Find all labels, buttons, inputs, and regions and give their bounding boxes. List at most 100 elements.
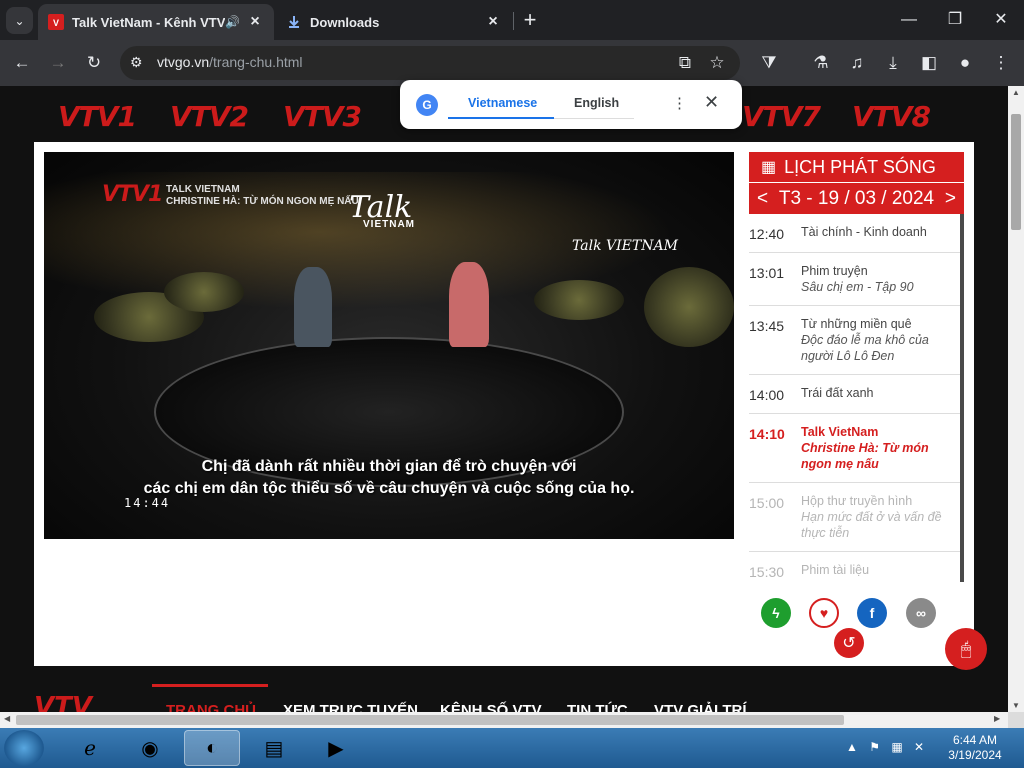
vtv-logo[interactable]: VTV <box>34 692 92 712</box>
schedule-date-bar: < T3 - 19 / 03 / 2024 > <box>749 182 964 214</box>
flag-icon[interactable]: ⚑ <box>869 740 880 754</box>
tab-separator <box>513 12 514 30</box>
schedule-item[interactable]: 13:01 Phim truyện Sâu chị em - Tập 90 <box>749 253 960 306</box>
food-dish <box>644 267 734 347</box>
new-tab-button[interactable]: + <box>520 7 540 33</box>
main-content: VTV1 TALK VIETNAM CHRISTINE HÀ: TỪ MÓN N… <box>34 142 974 666</box>
show-hidden-icons-icon[interactable]: ▲ <box>846 740 858 754</box>
close-window-button[interactable]: ✕ <box>978 4 1024 36</box>
nav-item-live[interactable]: XEM TRỰC TUYẾN <box>283 702 418 712</box>
tab-downloads[interactable]: Downloads × <box>276 4 512 40</box>
tab-talk-vietnam[interactable]: V Talk VietNam - Kênh VTV1, 🔊 × <box>38 4 274 40</box>
scroll-up-icon[interactable]: ▲ <box>1008 88 1024 97</box>
minimize-button[interactable]: — <box>886 4 932 36</box>
horizontal-scrollbar[interactable]: ◀ ▶ <box>0 712 1008 728</box>
close-icon[interactable]: ✕ <box>704 92 719 113</box>
scroll-down-icon[interactable]: ▼ <box>1008 701 1024 710</box>
internet-explorer-icon[interactable]: ℯ <box>62 730 118 766</box>
mouse-scroll-icon[interactable]: 🖱 <box>945 628 987 670</box>
forward-icon[interactable]: → <box>45 50 71 76</box>
labs-icon[interactable]: ⚗ <box>808 50 834 76</box>
schedule-item[interactable]: 14:00 Trái đất xanh <box>749 375 960 414</box>
schedule-item[interactable]: 12:40 Tài chính - Kinh doanh <box>749 214 960 253</box>
restore-button[interactable]: ❐ <box>932 4 978 36</box>
horizontal-scroll-thumb[interactable] <box>16 715 844 725</box>
schedule-item[interactable]: 13:45 Từ những miền quê Độc đáo lễ ma khô… <box>749 306 960 375</box>
taskbar-clock[interactable]: 6:44 AM 3/19/2024 <box>940 733 1010 763</box>
schedule-item[interactable]: 15:00 Hộp thư truyền hình Hạn mức đất ở v… <box>749 483 960 552</box>
start-button[interactable] <box>4 730 44 766</box>
extensions-icon[interactable]: ⧩ <box>756 50 782 76</box>
broadcast-schedule: ▦ LỊCH PHÁT SÓNG < T3 - 19 / 03 / 2024 >… <box>749 152 964 582</box>
media-player-icon[interactable]: ▶ <box>308 730 364 766</box>
volume-muted-icon[interactable]: ✕ <box>914 740 924 754</box>
download-icon <box>289 16 299 28</box>
address-bar[interactable]: ⚙ vtvgo.vn/trang-chu.html ⧉ ☆ <box>120 46 740 80</box>
talk-vietnam-logo: Talk VIETNAM <box>349 190 415 230</box>
video-timecode: 14:44 <box>124 496 171 510</box>
translate-icon[interactable]: ⧉ <box>672 50 698 76</box>
speaker-icon[interactable]: 🔊 <box>225 15 240 29</box>
tab-title: Talk VietNam - Kênh VTV1, <box>72 14 226 30</box>
vtv-favicon-icon: V <box>48 14 64 30</box>
channel-vtv7[interactable]: VTV7 <box>742 100 821 133</box>
schedule-item[interactable]: 15:30 Phim tài liệu <box>749 552 960 582</box>
channel-vtv3[interactable]: VTV3 <box>283 100 362 133</box>
vertical-scrollbar[interactable]: ▲ ▼ <box>1008 86 1024 712</box>
lang-english[interactable]: English <box>574 96 619 110</box>
channel-vtv1[interactable]: VTV1 <box>58 100 137 133</box>
channel-vtv8[interactable]: VTV8 <box>852 100 931 133</box>
prev-date-button[interactable]: < <box>757 188 768 210</box>
reload-icon[interactable]: ↻ <box>81 50 107 76</box>
nav-item-news[interactable]: TIN TỨC <box>567 702 628 712</box>
url-text[interactable]: vtvgo.vn/trang-chu.html <box>157 54 303 70</box>
link-icon[interactable]: ∞ <box>906 598 936 628</box>
schedule-item-current[interactable]: 14:10 Talk VietNam Christine Hà: Từ món n… <box>749 414 960 483</box>
host-figure <box>449 262 489 347</box>
video-player[interactable]: VTV1 TALK VIETNAM CHRISTINE HÀ: TỪ MÓN N… <box>44 152 734 539</box>
media-control-icon[interactable]: ♫ <box>844 50 870 76</box>
tab-search-button[interactable]: ⌄ <box>6 7 33 34</box>
schedule-scroll-thumb[interactable] <box>960 382 964 428</box>
svg-text:V: V <box>53 18 59 28</box>
profile-icon[interactable]: ● <box>952 50 978 76</box>
nav-item-channels[interactable]: KÊNH SỐ VTV <box>440 702 542 712</box>
windows-taskbar: ℯ ◉ ◐ ▤ ▶ ▲ ⚑ ▦ ✕ 6:44 AM 3/19/2024 <box>0 728 1024 768</box>
channel-bug-logo: VTV1 <box>102 182 163 207</box>
side-panel-icon[interactable]: ◧ <box>916 50 942 76</box>
next-date-button[interactable]: > <box>945 188 956 210</box>
scroll-left-icon[interactable]: ◀ <box>4 714 10 723</box>
close-tab-icon[interactable]: × <box>246 13 264 31</box>
close-tab-icon[interactable]: × <box>484 13 502 31</box>
refresh-icon[interactable]: ↺ <box>834 628 864 658</box>
schedule-header: ▦ LỊCH PHÁT SÓNG <box>749 152 964 182</box>
talk-vietnam-watermark: Talk VIETNAM <box>572 238 678 254</box>
more-options-icon[interactable]: ⋮ <box>672 94 687 112</box>
nav-item-home[interactable]: TRANG CHỦ <box>166 702 256 712</box>
browser-tab-bar: ⌄ V Talk VietNam - Kênh VTV1, 🔊 × Downlo… <box>0 0 1024 40</box>
site-info-icon[interactable]: ⚙ <box>130 54 143 71</box>
scroll-right-icon[interactable]: ▶ <box>994 714 1000 723</box>
lightning-icon[interactable]: ϟ <box>761 598 791 628</box>
translate-popup: G Vietnamese English ⋮ ✕ <box>400 80 742 129</box>
menu-icon[interactable]: ⋮ <box>988 50 1014 76</box>
edge-icon[interactable]: ◐ <box>184 730 240 766</box>
nav-item-entertainment[interactable]: VTV GIẢI TRÍ <box>654 702 747 712</box>
bookmark-star-icon[interactable]: ☆ <box>704 50 730 76</box>
file-explorer-icon[interactable]: ▤ <box>246 730 302 766</box>
downloads-icon[interactable]: ⤓ <box>880 50 906 76</box>
lang-vietnamese[interactable]: Vietnamese <box>468 96 537 110</box>
system-tray: ▲ ⚑ ▦ ✕ <box>846 740 924 754</box>
network-icon[interactable]: ▦ <box>891 740 902 754</box>
subtitles: Chị đã dành rất nhiều thời gian để trò c… <box>143 458 635 497</box>
google-translate-icon: G <box>416 94 438 116</box>
guest-figure <box>294 267 332 347</box>
schedule-list[interactable]: 12:40 Tài chính - Kinh doanh 13:01 Phim … <box>749 214 964 582</box>
facebook-icon[interactable]: f <box>857 598 887 628</box>
show-title: TALK VIETNAM CHRISTINE HÀ: TỪ MÓN NGON M… <box>166 184 359 207</box>
heart-icon[interactable]: ♥ <box>809 598 839 628</box>
channel-vtv2[interactable]: VTV2 <box>170 100 249 133</box>
firefox-icon[interactable]: ◉ <box>122 730 178 766</box>
back-icon[interactable]: ← <box>9 50 35 76</box>
vertical-scroll-thumb[interactable] <box>1011 114 1021 230</box>
